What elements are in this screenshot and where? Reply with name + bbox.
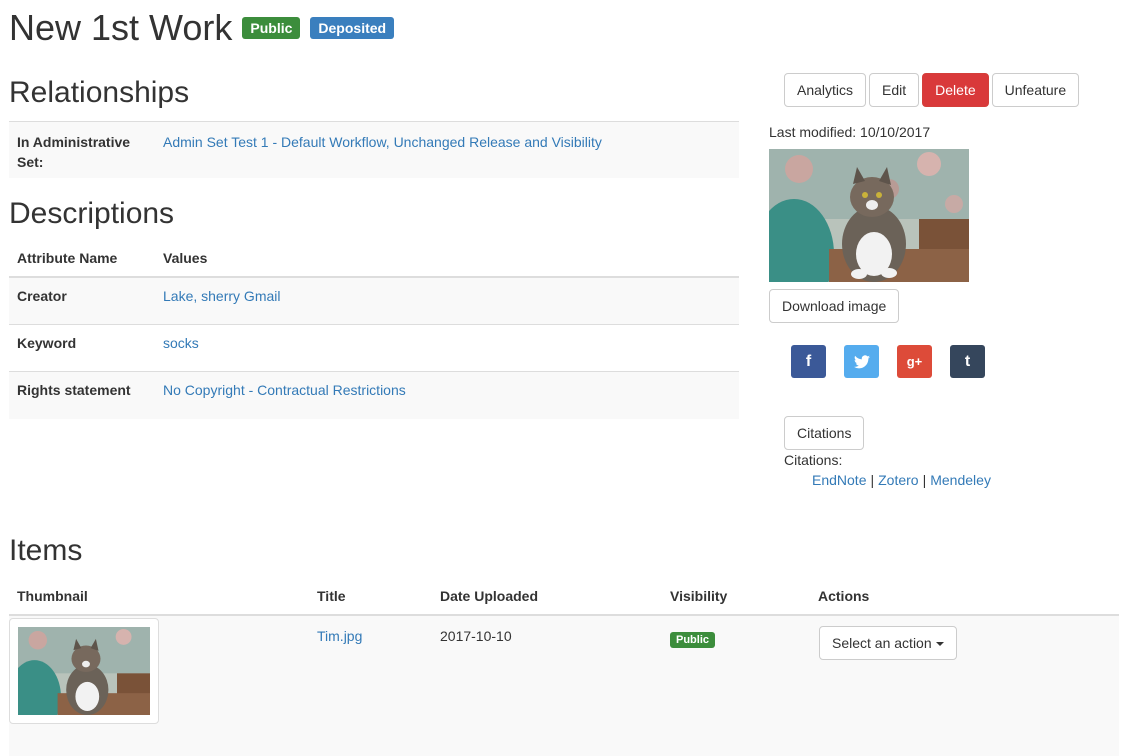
attribute-label: Creator	[17, 288, 67, 304]
admin-set-label: In Administrative Set:	[17, 134, 131, 170]
visibility-badge: Public	[242, 17, 301, 39]
descriptions-heading: Descriptions	[9, 197, 175, 230]
date-uploaded: 2017-10-10	[440, 628, 512, 644]
title-column-header: Title	[317, 588, 346, 604]
last-modified: Last modified: 10/10/2017	[769, 124, 931, 140]
file-thumbnail[interactable]	[8, 618, 159, 733]
work-title: New 1st Work	[9, 7, 233, 48]
table-row: Rights statement No Copyright - Contract…	[9, 372, 739, 419]
items-table-header: Thumbnail Title Date Uploaded Visibility…	[9, 582, 1119, 616]
twitter-bird-glyph	[853, 354, 870, 368]
endnote-link[interactable]: EndNote	[812, 472, 866, 488]
values-column-header: Values	[163, 250, 208, 266]
attribute-label: Rights statement	[17, 382, 131, 398]
date-uploaded-column-header: Date Uploaded	[440, 588, 539, 604]
visibility-column-header: Visibility	[670, 588, 728, 604]
keyword-link[interactable]: socks	[163, 335, 199, 351]
attribute-name-column-header: Attribute Name	[17, 250, 118, 266]
delete-button[interactable]: Delete	[922, 73, 989, 107]
cat-photo	[769, 149, 969, 282]
citation-links: EndNote | Zotero | Mendeley	[812, 472, 991, 488]
items-table: Thumbnail Title Date Uploaded Visibility…	[8, 582, 1119, 756]
cat-thumbnail-image	[8, 627, 150, 733]
table-row: Tim.jpg 2017-10-10 Public Select an acti…	[8, 616, 1119, 756]
descriptions-table-header: Attribute Name Values	[9, 240, 739, 278]
attribute-label: Keyword	[17, 335, 77, 351]
relationships-table: In Administrative Set: Admin Set Test 1 …	[9, 121, 739, 178]
work-actions-toolbar: Analytics Edit Delete Unfeature	[784, 73, 1080, 107]
unfeature-button[interactable]: Unfeature	[991, 73, 1080, 107]
table-row: Keyword socks	[9, 325, 739, 372]
google-plus-icon[interactable]: g+	[897, 345, 932, 378]
page-title: New 1st Work Public Deposited	[9, 7, 395, 48]
facebook-icon[interactable]: f	[791, 345, 826, 378]
rights-statement-link[interactable]: No Copyright - Contractual Restrictions	[163, 382, 406, 398]
creator-link[interactable]: Lake, sherry Gmail	[163, 288, 280, 304]
mendeley-link[interactable]: Mendeley	[930, 472, 991, 488]
zotero-link[interactable]: Zotero	[878, 472, 918, 488]
tumblr-icon[interactable]: t	[950, 345, 985, 378]
items-heading: Items	[9, 534, 83, 567]
table-row: Creator Lake, sherry Gmail	[9, 278, 739, 325]
admin-set-link[interactable]: Admin Set Test 1 - Default Workflow, Unc…	[163, 132, 602, 152]
twitter-icon[interactable]	[844, 345, 879, 378]
relationships-heading: Relationships	[9, 76, 190, 109]
thumbnail-column-header: Thumbnail	[17, 588, 88, 604]
caret-down-icon	[935, 642, 944, 647]
separator: |	[922, 472, 927, 488]
edit-button[interactable]: Edit	[869, 73, 920, 107]
citations-button[interactable]: Citations	[784, 416, 865, 450]
representative-image[interactable]	[769, 149, 969, 282]
select-action-label: Select an action	[832, 635, 932, 651]
separator: |	[870, 472, 875, 488]
workflow-status-badge: Deposited	[310, 17, 395, 39]
analytics-button[interactable]: Analytics	[784, 73, 867, 107]
file-title-link[interactable]: Tim.jpg	[317, 628, 362, 644]
social-share-buttons: f g+ t	[791, 345, 985, 378]
visibility-badge: Public	[670, 632, 716, 648]
select-action-dropdown[interactable]: Select an action	[819, 626, 957, 660]
visibility-badge-cell: Public	[670, 630, 716, 648]
actions-column-header: Actions	[818, 588, 870, 604]
citations-label: Citations:	[784, 452, 843, 468]
download-image-button[interactable]: Download image	[769, 289, 900, 323]
descriptions-table: Attribute Name Values Creator Lake, sher…	[9, 240, 739, 419]
